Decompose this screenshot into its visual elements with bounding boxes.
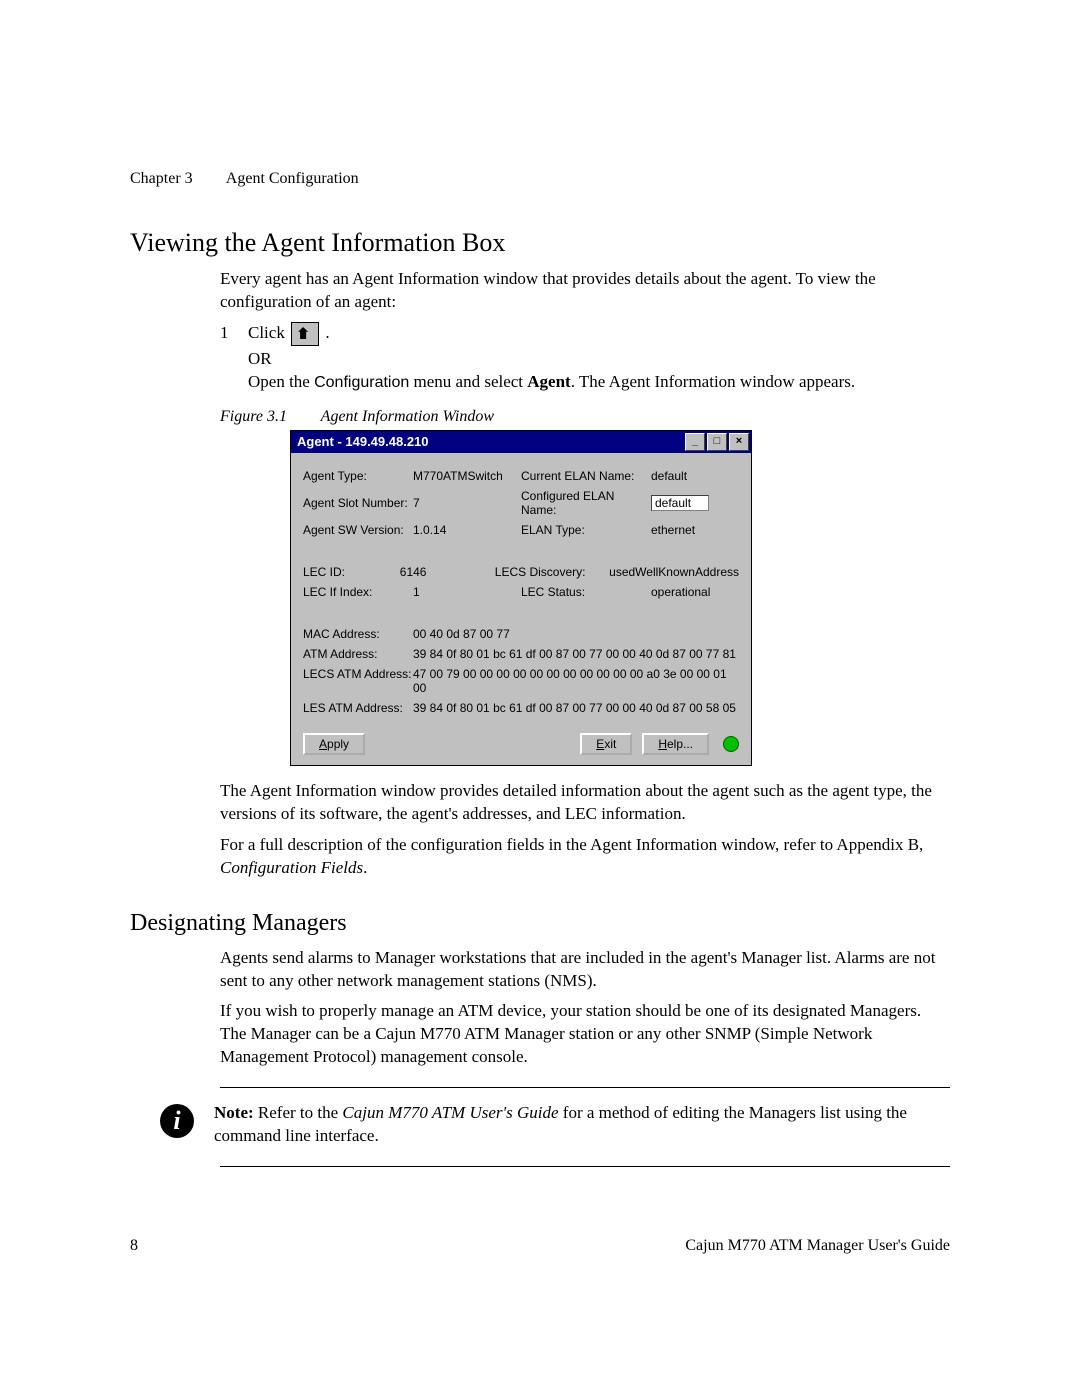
value-lecs-atm: 47 00 79 00 00 00 00 00 00 00 00 00 00 0… (413, 667, 739, 695)
label-lecs-discovery: LECS Discovery: (495, 565, 609, 579)
value-elan-type: ethernet (651, 523, 739, 537)
label-current-elan: Current ELAN Name: (521, 469, 651, 483)
note-label: Note: (214, 1103, 254, 1122)
chapter-label: Chapter 3 (130, 170, 193, 187)
value-current-elan: default (651, 469, 739, 483)
page-number: 8 (130, 1237, 220, 1255)
value-les-atm: 39 84 0f 80 01 bc 61 df 00 87 00 77 00 0… (413, 701, 739, 715)
value-lec-status: operational (651, 585, 739, 599)
agent-toolbar-icon[interactable] (291, 322, 319, 346)
label-atm: ATM Address: (303, 647, 413, 661)
after-fig-p1: The Agent Information window provides de… (220, 780, 950, 826)
figure-title: Agent Information Window (321, 408, 494, 425)
label-agent-sw: Agent SW Version: (303, 523, 413, 537)
note-block: i Note: Refer to the Cajun M770 ATM User… (130, 1098, 950, 1148)
value-agent-slot: 7 (413, 496, 521, 510)
step-number: 1 (220, 322, 248, 346)
window-titlebar[interactable]: Agent - 149.49.48.210 _ □ × (291, 431, 751, 453)
value-agent-type: M770ATMSwitch (413, 469, 521, 483)
after-fig-p2: For a full description of the configurat… (220, 834, 950, 880)
step-period: . (325, 323, 329, 342)
chapter-title: Agent Configuration (226, 170, 359, 187)
label-lec-id: LEC ID: (303, 565, 400, 579)
label-mac: MAC Address: (303, 627, 413, 641)
page-footer: 8 Cajun M770 ATM Manager User's Guide (130, 1237, 950, 1255)
step-1: 1 Click . (220, 322, 950, 346)
value-lecs-discovery: usedWellKnownAddress (609, 565, 739, 579)
agent-information-window: Agent - 149.49.48.210 _ □ × Agent Type: … (290, 430, 752, 766)
maximize-button[interactable]: □ (707, 433, 727, 451)
label-elan-type: ELAN Type: (521, 523, 651, 537)
value-agent-sw: 1.0.14 (413, 523, 521, 537)
configured-elan-input[interactable]: default (651, 495, 709, 511)
or-text: OR (248, 348, 950, 371)
label-lec-status: LEC Status: (521, 585, 651, 599)
window-title: Agent - 149.49.48.210 (297, 434, 685, 449)
step-click-text: Click (248, 323, 285, 342)
book-title: Cajun M770 ATM Manager User's Guide (220, 1237, 950, 1255)
label-les-atm: LES ATM Address: (303, 701, 413, 715)
configuration-menu-word: Configuration (314, 374, 409, 391)
label-agent-slot: Agent Slot Number: (303, 496, 413, 510)
minimize-button[interactable]: _ (685, 433, 705, 451)
label-agent-type: Agent Type: (303, 469, 413, 483)
value-atm: 39 84 0f 80 01 bc 61 df 00 87 00 77 00 0… (413, 647, 739, 661)
value-lec-if: 1 (413, 585, 521, 599)
section-heading-viewing: Viewing the Agent Information Box (130, 228, 950, 258)
intro-paragraph: Every agent has an Agent Information win… (220, 268, 950, 314)
designating-p1: Agents send alarms to Manager workstatio… (220, 947, 950, 993)
open-config-line: Open the Configuration menu and select A… (248, 371, 950, 394)
designating-p2: If you wish to properly manage an ATM de… (220, 1000, 950, 1069)
value-lec-id: 6146 (400, 565, 495, 579)
page-header: Chapter 3 Agent Configuration (130, 170, 950, 188)
note-guide-title: Cajun M770 ATM User's Guide (342, 1103, 558, 1122)
figure-number: Figure 3.1 (220, 408, 287, 425)
status-led-icon (723, 736, 739, 752)
label-lecs-atm: LECS ATM Address: (303, 667, 413, 695)
value-mac: 00 40 0d 87 00 77 (413, 627, 739, 641)
section-heading-designating: Designating Managers (130, 910, 950, 937)
exit-button[interactable]: Exit (580, 733, 632, 755)
close-button[interactable]: × (729, 433, 749, 451)
label-lec-if: LEC If Index: (303, 585, 413, 599)
agent-menu-word: Agent (527, 372, 570, 391)
apply-button[interactable]: Apply (303, 733, 365, 755)
figure-caption: Figure 3.1 Agent Information Window (220, 408, 950, 426)
label-configured-elan: Configured ELAN Name: (521, 489, 651, 517)
help-button[interactable]: Help... (642, 733, 709, 755)
info-icon: i (160, 1104, 194, 1138)
